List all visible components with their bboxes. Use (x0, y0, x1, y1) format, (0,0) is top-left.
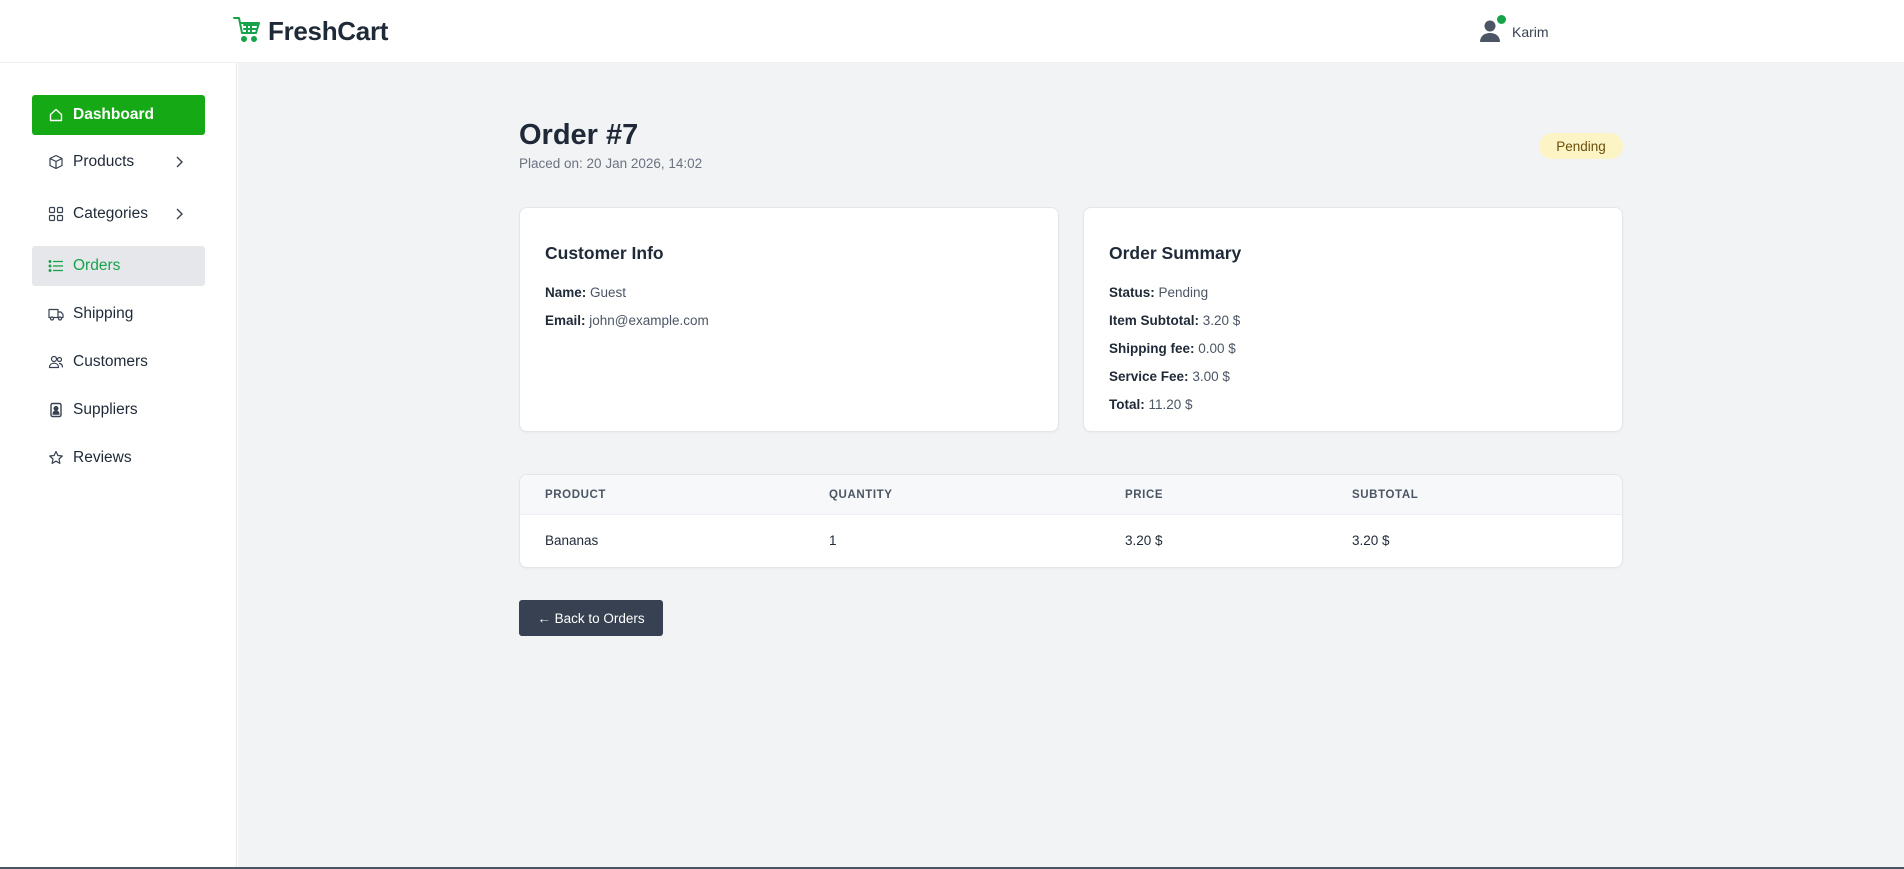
shipping-fee-label: Shipping fee: (1109, 341, 1195, 356)
brand-name: FreshCart (268, 16, 389, 46)
brand-logo[interactable]: FreshCart (232, 14, 388, 49)
total-label: Total: (1109, 397, 1145, 412)
main-content (238, 63, 1904, 869)
user-icon (1478, 14, 1507, 44)
chevron-right-icon (173, 206, 187, 222)
summary-item-subtotal-row: Item Subtotal: 3.20 $ (1109, 313, 1240, 328)
customer-email-row: Email: john@example.com (545, 313, 709, 328)
customer-info-card: Customer Info Name: Guest Email: john@ex… (519, 207, 1059, 432)
sidebar-item-label: Orders (73, 257, 121, 274)
summary-shipping-fee-row: Shipping fee: 0.00 $ (1109, 341, 1236, 356)
service-fee: 3.00 $ (1192, 369, 1230, 384)
sidebar-item-suppliers[interactable]: Suppliers (32, 390, 205, 430)
sidebar-item-label: Dashboard (73, 106, 154, 123)
customer-email-label: Email: (545, 313, 586, 328)
home-icon (47, 107, 64, 124)
cell-price: 3.20 $ (1125, 533, 1163, 548)
sidebar-item-products[interactable]: Products (32, 142, 205, 182)
total: 11.20 $ (1148, 397, 1193, 412)
page-title: Order #7 (519, 119, 639, 151)
sidebar-item-label: Suppliers (73, 401, 138, 418)
customer-name-row: Name: Guest (545, 285, 626, 300)
sidebar: Dashboard Products Categories Orders Shi… (0, 63, 237, 869)
cell-quantity: 1 (829, 533, 837, 548)
star-icon (47, 450, 64, 467)
cart-icon (232, 14, 262, 49)
customer-name: Guest (590, 285, 627, 300)
user-menu[interactable]: Karim (1478, 14, 1549, 44)
users-icon (47, 354, 64, 371)
sidebar-item-label: Categories (73, 205, 148, 222)
customer-name-label: Name: (545, 285, 587, 300)
chevron-right-icon (173, 154, 187, 170)
column-header-quantity: QUANTITY (829, 489, 893, 501)
card-title: Customer Info (545, 243, 664, 263)
table-header: PRODUCT QUANTITY PRICE SUBTOTAL (520, 475, 1622, 515)
item-subtotal-label: Item Subtotal: (1109, 313, 1199, 328)
sidebar-item-label: Reviews (73, 449, 132, 466)
summary-status: Pending (1158, 285, 1209, 300)
item-subtotal: 3.20 $ (1202, 313, 1241, 328)
grid-icon (47, 206, 64, 223)
order-summary-card: Order Summary Status: Pending Item Subto… (1083, 207, 1623, 432)
customer-email: john@example.com (589, 313, 709, 328)
cell-product: Bananas (545, 533, 599, 548)
id-badge-icon (47, 402, 64, 419)
cell-subtotal: 3.20 $ (1352, 533, 1390, 548)
summary-status-row: Status: Pending (1109, 285, 1208, 300)
service-fee-label: Service Fee: (1109, 369, 1189, 384)
list-icon (47, 258, 64, 275)
online-status-dot (1496, 14, 1507, 25)
column-header-price: PRICE (1125, 489, 1164, 501)
user-name: Karim (1512, 24, 1549, 40)
sidebar-item-shipping[interactable]: Shipping (32, 294, 205, 334)
box-icon (47, 154, 64, 171)
sidebar-item-orders[interactable]: Orders (32, 246, 205, 286)
summary-status-label: Status: (1109, 285, 1155, 300)
sidebar-item-reviews[interactable]: Reviews (32, 438, 205, 478)
column-header-subtotal: SUBTOTAL (1352, 489, 1419, 501)
summary-service-fee-row: Service Fee: 3.00 $ (1109, 369, 1230, 384)
truck-icon (47, 306, 64, 323)
summary-total-row: Total: 11.20 $ (1109, 397, 1193, 412)
sidebar-item-categories[interactable]: Categories (32, 194, 205, 234)
sidebar-item-label: Customers (73, 353, 148, 370)
sidebar-item-label: Products (73, 153, 135, 170)
card-title: Order Summary (1109, 243, 1242, 263)
order-date: Placed on: 20 Jan 2026, 14:02 (519, 156, 703, 171)
back-to-orders-button[interactable]: ← Back to Orders (519, 600, 663, 636)
sidebar-item-dashboard[interactable]: Dashboard (32, 95, 205, 135)
sidebar-item-customers[interactable]: Customers (32, 342, 205, 382)
column-header-product: PRODUCT (545, 489, 607, 501)
shipping-fee: 0.00 $ (1198, 341, 1236, 356)
top-bar: FreshCart Karim (0, 0, 1904, 63)
order-items-table: PRODUCT QUANTITY PRICE SUBTOTAL Bananas … (519, 474, 1623, 568)
sidebar-item-label: Shipping (73, 305, 134, 322)
status-badge: Pending (1539, 133, 1623, 159)
